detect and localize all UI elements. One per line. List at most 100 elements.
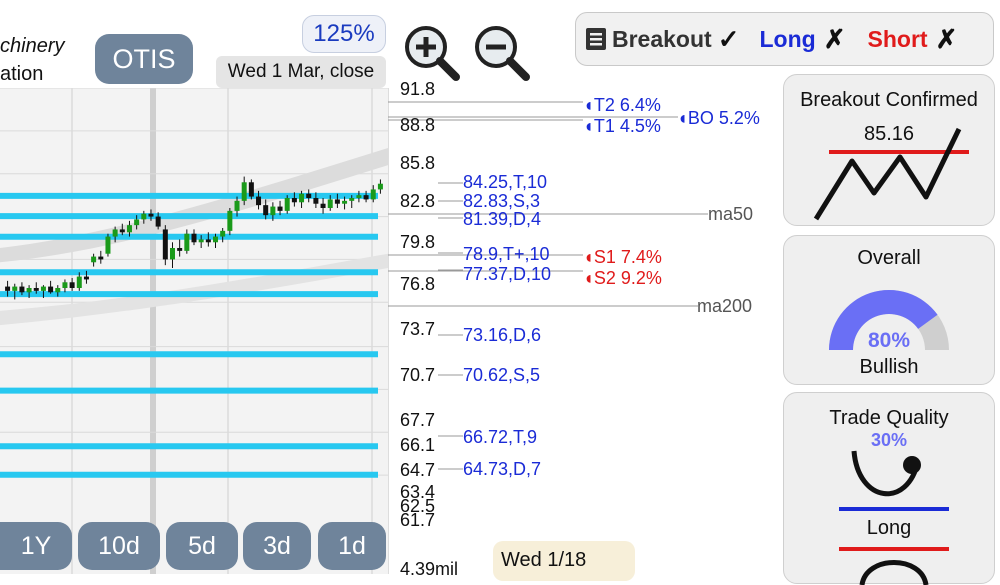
candle-body <box>184 233 190 251</box>
price-tick: 70.7 <box>400 365 436 385</box>
candle-body <box>12 286 18 291</box>
strategy-selector: Breakout ✓ Long ✗ Short ✗ <box>575 12 994 66</box>
period-10d-button[interactable]: 10d <box>78 522 160 570</box>
long-label: Long <box>759 25 816 52</box>
candle-body <box>377 183 383 190</box>
strategy-long[interactable]: Long ✗ <box>760 24 846 55</box>
candle-body <box>291 198 297 203</box>
candle-body <box>5 286 11 291</box>
breakout-label: Breakout <box>612 25 712 52</box>
candle-body <box>213 236 219 243</box>
price-tick: 82.8 <box>400 191 436 211</box>
sr-level-label[interactable]: 84.25,T,10 <box>463 173 547 191</box>
candle-body <box>227 210 233 231</box>
candle-body <box>148 213 154 217</box>
candle-body <box>55 288 61 293</box>
volume-tick: 4.39mil <box>400 559 459 579</box>
target-bo-label: BO 5.2% <box>687 108 760 128</box>
axis-guides <box>388 88 708 574</box>
candle-body <box>112 229 118 237</box>
period-3d-button[interactable]: 3d <box>243 522 311 570</box>
period-1d-button[interactable]: 1d <box>318 522 386 570</box>
candle-body <box>26 288 32 293</box>
sr-level-label[interactable]: 77.37,D,10 <box>463 265 551 283</box>
price-tick: 88.8 <box>400 115 436 135</box>
candle-body <box>69 282 75 288</box>
cup-pattern-icon <box>839 450 949 511</box>
strategy-breakout[interactable]: Breakout ✓ <box>586 24 740 55</box>
period-1y-button[interactable]: 1Y <box>0 522 72 570</box>
candle-body <box>220 230 226 237</box>
date-tooltip: Wed 1/18 <box>493 541 635 581</box>
zoom-in-icon[interactable] <box>402 23 460 81</box>
price-chart[interactable] <box>0 88 388 574</box>
candle-body <box>363 195 369 200</box>
target-t2-label: T2 6.4% <box>593 95 661 115</box>
sr-level-label[interactable]: 64.73,D,7 <box>463 460 541 478</box>
sr-level-label[interactable]: 73.16,D,6 <box>463 326 541 344</box>
trade-quality-title: Trade Quality <box>829 407 949 429</box>
candle-body <box>327 199 333 208</box>
price-tick: 66.1 <box>400 435 436 455</box>
price-tick: 73.7 <box>400 319 436 339</box>
candle-body <box>270 206 276 216</box>
period-5d-button[interactable]: 5d <box>166 522 238 570</box>
breakout-pattern-icon <box>813 127 969 221</box>
candle-body <box>83 276 89 280</box>
candle-body <box>248 182 254 197</box>
breakout-card-title: Breakout Confirmed <box>800 89 978 111</box>
candle-body <box>19 286 25 293</box>
candle-body <box>334 199 340 204</box>
candle-body <box>349 198 355 201</box>
candle-body <box>119 229 125 233</box>
half-circle-marker-icon: ◖ <box>583 247 594 267</box>
target-t1-label: T1 4.5% <box>593 116 661 136</box>
chart-canvas[interactable] <box>0 88 388 574</box>
candle-body <box>198 239 204 243</box>
candle-body <box>141 213 147 220</box>
trade-quality-direction: Long <box>866 517 912 539</box>
candle-body <box>241 182 247 201</box>
candle-body <box>234 200 240 211</box>
breakout-card[interactable]: Breakout Confirmed 85.16 <box>783 74 995 226</box>
price-tick: 85.8 <box>400 153 436 173</box>
overall-card-title: Overall <box>857 247 921 269</box>
price-tick: 79.8 <box>400 232 436 252</box>
candle-body <box>40 286 46 291</box>
overall-percent: 80% <box>867 329 911 352</box>
target-t1[interactable]: ◖T1 4.5% <box>583 117 661 135</box>
target-t2[interactable]: ◖T2 6.4% <box>583 96 661 114</box>
half-circle-marker-icon: ◖ <box>677 108 688 128</box>
target-bo[interactable]: ◖BO 5.2% <box>677 109 760 127</box>
zoom-level: 125% <box>302 15 386 53</box>
ticker-button[interactable]: OTIS <box>95 34 193 84</box>
target-s2[interactable]: ◖S2 9.2% <box>583 269 662 287</box>
document-icon <box>586 28 606 50</box>
target-s1[interactable]: ◖S1 7.4% <box>583 248 662 266</box>
candle-body <box>313 198 319 204</box>
date-label: Wed 1 Mar, close <box>216 56 386 88</box>
sr-level-label[interactable]: 70.62,S,5 <box>463 366 540 384</box>
candle-body <box>126 225 132 233</box>
candle-body <box>299 193 305 203</box>
trade-quality-card[interactable]: Trade Quality 30% Long <box>783 392 995 585</box>
candle-body <box>134 219 140 226</box>
candle-body <box>91 256 97 263</box>
target-s2-label: S2 9.2% <box>593 268 662 288</box>
sr-level-label[interactable]: 81.39,D,4 <box>463 210 541 228</box>
sr-level-label[interactable]: 78.9,T+,10 <box>463 245 550 263</box>
candle-body <box>169 248 175 260</box>
ma50-label: ma50 <box>708 204 754 224</box>
candle-body <box>33 288 39 291</box>
strategy-short[interactable]: Short ✗ <box>868 24 958 55</box>
overall-card[interactable]: Overall 80% Bullish <box>783 235 995 385</box>
company-name-line2: ation <box>0 63 44 85</box>
candle-body <box>155 216 161 227</box>
dome-pattern-icon <box>839 547 949 585</box>
candle-body <box>263 205 269 216</box>
sr-level-label[interactable]: 82.83,S,3 <box>463 192 540 210</box>
sr-level-label[interactable]: 66.72,T,9 <box>463 428 537 446</box>
ma200-label: ma200 <box>697 296 753 316</box>
price-tick: 76.8 <box>400 274 436 294</box>
zoom-out-icon[interactable] <box>472 23 530 81</box>
